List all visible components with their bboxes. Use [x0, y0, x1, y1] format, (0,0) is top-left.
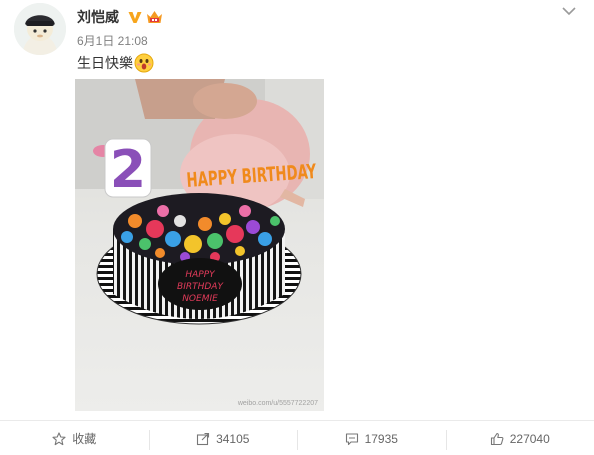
verified-v-icon: [127, 9, 143, 25]
chevron-down-icon[interactable]: [561, 4, 577, 16]
plaque-line-2: BIRTHDAY: [177, 282, 224, 292]
action-bar: 收藏 34105 17935 227040: [0, 420, 594, 455]
favorite-label: 收藏: [72, 432, 97, 446]
comment-button[interactable]: 17935: [297, 421, 446, 455]
share-icon: [197, 432, 210, 445]
post-text-content: 生日快樂: [77, 55, 133, 71]
plaque-line-1: HAPPY: [185, 270, 216, 280]
like-count: 227040: [509, 431, 550, 446]
repost-button[interactable]: 34105: [148, 421, 298, 455]
post-text: 生日快樂: [77, 53, 154, 73]
surprised-face-emoji-icon: [134, 53, 154, 73]
comment-icon: [345, 432, 358, 445]
like-button[interactable]: 227040: [445, 421, 594, 455]
photo-watermark: weibo.com/u/5557722207: [237, 400, 318, 407]
cake-number-text: 2: [110, 140, 146, 200]
repost-count: 34105: [216, 431, 250, 446]
plaque-line-3: NOEMIE: [182, 294, 218, 304]
vip-crown-icon[interactable]: [146, 9, 163, 25]
weibo-post-card: 刘恺威 6月1日 21:08 生日快樂 2 HAPPY BIRTHDAY HAP…: [0, 0, 594, 455]
like-icon: [490, 432, 504, 445]
comment-count: 17935: [364, 431, 398, 446]
star-icon: [52, 431, 66, 445]
post-timestamp[interactable]: 6月1日 21:08: [77, 34, 148, 48]
avatar[interactable]: [14, 3, 66, 55]
post-photo[interactable]: 2 HAPPY BIRTHDAY HAPPY BIRTHDAY NOEMIE w…: [75, 79, 324, 411]
author-name[interactable]: 刘恺威: [77, 8, 119, 26]
favorite-button[interactable]: 收藏: [0, 421, 149, 455]
